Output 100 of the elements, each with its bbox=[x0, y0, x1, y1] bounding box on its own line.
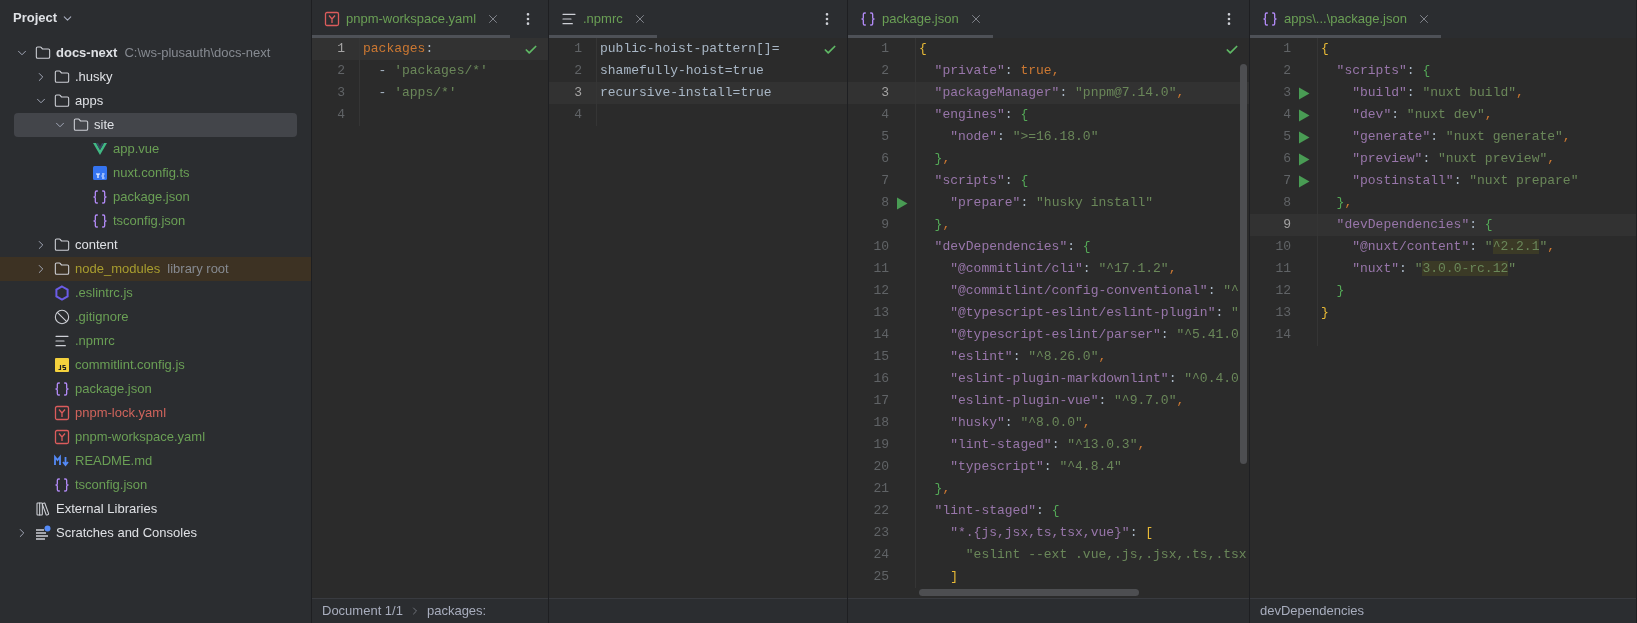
run-icon[interactable] bbox=[896, 196, 908, 210]
folder-icon bbox=[54, 93, 70, 109]
code-line: - 'apps/*' bbox=[377, 84, 457, 103]
line-number: 9 bbox=[881, 216, 889, 235]
run-icon[interactable] bbox=[1298, 86, 1310, 100]
code-line: "scripts": { bbox=[1335, 62, 1431, 81]
line-number: 1 bbox=[574, 40, 582, 59]
code-line: { bbox=[1320, 40, 1329, 59]
code-line: "eslint": "^8.26.0", bbox=[949, 348, 1107, 367]
tree-item-label[interactable]: .gitignore bbox=[75, 307, 129, 327]
braces-icon bbox=[860, 11, 876, 27]
line-number: 4 bbox=[337, 106, 345, 125]
tree-item-label[interactable]: node_modules bbox=[75, 259, 161, 279]
tree-item-label[interactable]: .husky bbox=[75, 67, 113, 87]
line-number: 14 bbox=[1275, 326, 1291, 345]
line-number: 6 bbox=[1283, 150, 1291, 169]
tree-item-label[interactable]: tsconfig.json bbox=[113, 211, 186, 231]
code-line: }, bbox=[933, 480, 951, 499]
code-line: "@commitlint/config-conventional": "^ bbox=[949, 282, 1239, 301]
code-line: public-hoist-pattern[]= bbox=[599, 40, 780, 59]
code-line: "generate": "nuxt generate", bbox=[1351, 128, 1571, 147]
tree-item-label[interactable]: .eslintrc.js bbox=[75, 283, 133, 303]
line-number: 5 bbox=[881, 128, 889, 147]
library-icon bbox=[35, 501, 51, 517]
line-number: 24 bbox=[873, 546, 889, 565]
run-icon[interactable] bbox=[1298, 152, 1310, 166]
vue-icon bbox=[92, 141, 108, 157]
run-icon[interactable] bbox=[1298, 130, 1310, 144]
line-number: 6 bbox=[881, 150, 889, 169]
tree-item-label[interactable]: pnpm-workspace.yaml bbox=[75, 427, 206, 447]
run-icon[interactable] bbox=[1298, 108, 1310, 122]
line-number: 9 bbox=[1283, 216, 1291, 235]
tree-item-label[interactable]: site bbox=[94, 115, 115, 135]
code-line: "*.{js,jsx,ts,tsx,vue}": [ bbox=[949, 524, 1154, 543]
path-hint: C:\ws-plusauth\docs-next bbox=[124, 44, 271, 63]
line-number: 2 bbox=[881, 62, 889, 81]
line-number: 8 bbox=[1283, 194, 1291, 213]
check-icon[interactable] bbox=[823, 43, 837, 57]
tree-item-label[interactable]: pnpm-lock.yaml bbox=[75, 403, 167, 423]
text-lines-icon bbox=[561, 11, 577, 27]
tree-item-label[interactable]: README.md bbox=[75, 451, 153, 471]
line-number: 2 bbox=[337, 62, 345, 81]
javascript-file-icon bbox=[54, 357, 70, 373]
text-lines-icon bbox=[54, 333, 70, 349]
code-line: "@commitlint/cli": "^17.1.2", bbox=[949, 260, 1177, 279]
run-icon[interactable] bbox=[1298, 174, 1310, 188]
code-line: "@typescript-eslint/eslint-plugin": " bbox=[949, 304, 1239, 323]
tree-item-label[interactable]: tsconfig.json bbox=[75, 475, 148, 495]
tree-item-label[interactable]: commitlint.config.js bbox=[75, 355, 185, 375]
code-line: "devDependencies": { bbox=[1335, 216, 1493, 235]
scratches-icon bbox=[35, 525, 51, 541]
line-number: 19 bbox=[873, 436, 889, 455]
code-line: "devDependencies": { bbox=[933, 238, 1091, 257]
code-line: - 'packages/*' bbox=[377, 62, 488, 81]
line-number: 3 bbox=[1283, 84, 1291, 103]
check-icon[interactable] bbox=[524, 43, 538, 57]
line-number: 23 bbox=[873, 524, 889, 543]
code-line: "nuxt": "3.0.0-rc.12" bbox=[1351, 260, 1517, 279]
code-line: } bbox=[1335, 282, 1345, 301]
line-number: 7 bbox=[1283, 172, 1291, 191]
line-number: 14 bbox=[873, 326, 889, 345]
line-number: 13 bbox=[873, 304, 889, 323]
code-line: { bbox=[918, 40, 927, 59]
path-hint: library root bbox=[167, 260, 229, 279]
tree-item-label[interactable]: External Libraries bbox=[56, 499, 158, 519]
tree-item-label[interactable]: apps bbox=[75, 91, 104, 111]
yaml-file-icon bbox=[54, 429, 70, 445]
code-line: packages: bbox=[362, 40, 434, 59]
line-number: 1 bbox=[337, 40, 345, 59]
tree-item-label[interactable]: nuxt.config.ts bbox=[113, 163, 190, 183]
tree-item-label[interactable]: content bbox=[75, 235, 118, 255]
panel-title[interactable]: Project bbox=[13, 8, 58, 28]
check-icon[interactable] bbox=[1225, 43, 1239, 57]
horizontal-scrollbar-thumb[interactable] bbox=[919, 589, 1139, 596]
code-line: "private": true, bbox=[933, 62, 1060, 81]
tree-item-label[interactable]: Scratches and Consoles bbox=[56, 523, 197, 543]
line-number: 3 bbox=[881, 84, 889, 103]
breadcrumb[interactable]: Document 1/1 bbox=[322, 601, 403, 621]
tree-item-label[interactable]: app.vue bbox=[113, 139, 160, 159]
code-line: "scripts": { bbox=[933, 172, 1029, 191]
code-line: "eslint --ext .vue,.js,.jsx,.ts,.tsx bbox=[964, 546, 1247, 565]
code-line: "eslint-plugin-markdownlint": "^0.4.0 bbox=[949, 370, 1239, 389]
tree-item-label[interactable]: package.json bbox=[113, 187, 190, 207]
tree-item-label[interactable]: docs-next bbox=[56, 43, 118, 63]
folder-icon bbox=[35, 45, 51, 61]
line-number: 1 bbox=[881, 40, 889, 59]
library-row[interactable]: node_modules library root bbox=[0, 257, 311, 281]
tree-item-label[interactable]: package.json bbox=[75, 379, 152, 399]
selected-row[interactable]: site bbox=[14, 113, 297, 137]
line-number: 18 bbox=[873, 414, 889, 433]
line-number: 13 bbox=[1275, 304, 1291, 323]
breadcrumb[interactable]: devDependencies bbox=[1260, 601, 1365, 621]
vertical-scrollbar-thumb[interactable] bbox=[1240, 64, 1247, 464]
code-line: "postinstall": "nuxt prepare" bbox=[1351, 172, 1579, 191]
line-number: 2 bbox=[574, 62, 582, 81]
tree-item-label[interactable]: .npmrc bbox=[75, 331, 115, 351]
code-line: "packageManager": "pnpm@7.14.0", bbox=[933, 84, 1185, 103]
line-number: 16 bbox=[873, 370, 889, 389]
breadcrumb[interactable]: packages: bbox=[426, 601, 487, 621]
code-line: "preview": "nuxt preview", bbox=[1351, 150, 1556, 169]
